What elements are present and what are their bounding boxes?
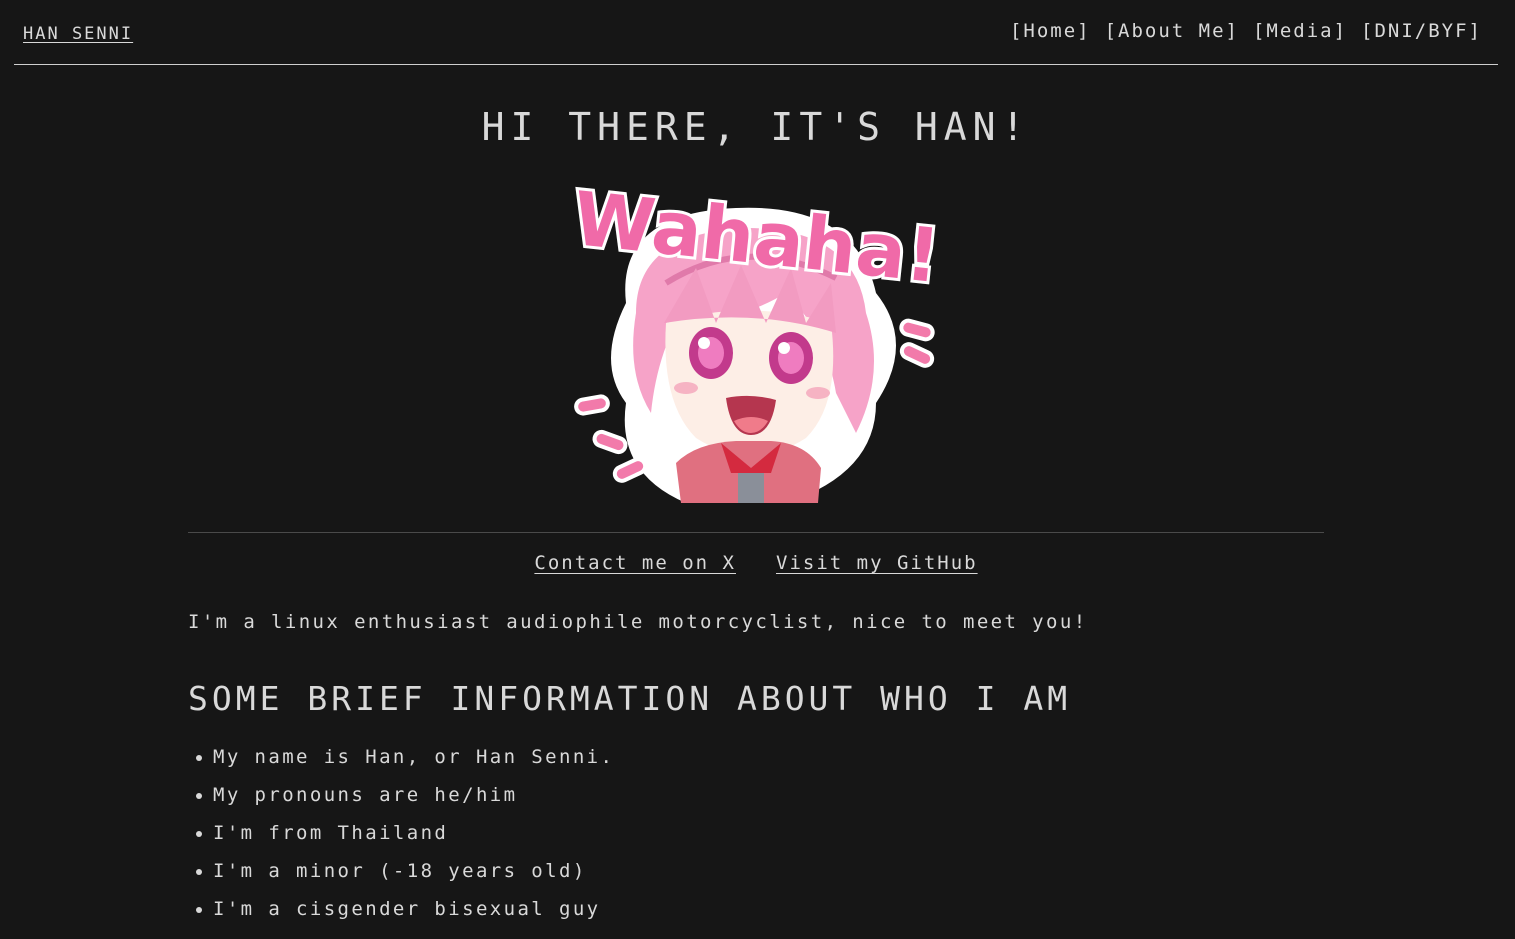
nav-home[interactable]: [Home]	[1010, 20, 1091, 42]
nav-about-me[interactable]: [About Me]	[1105, 20, 1239, 42]
list-item: I'm a minor (-18 years old)	[188, 857, 614, 895]
list-item: I'm a cisgender bisexual guy	[188, 895, 614, 933]
list-item: My name is Han, or Han Senni.	[188, 743, 614, 781]
facts-list: My name is Han, or Han Senni. My pronoun…	[188, 743, 614, 933]
github-link[interactable]: Visit my GitHub	[776, 552, 978, 574]
main-nav: [Home] [About Me] [Media] [DNI/BYF]	[1010, 20, 1482, 42]
nav-media[interactable]: [Media]	[1253, 20, 1347, 42]
page-title: HI THERE, IT'S HAN!	[481, 105, 1031, 149]
wahaha-sticker-image: Wahaha!	[566, 173, 947, 503]
brand-link[interactable]: HAN SENNI	[23, 24, 133, 44]
list-item: My pronouns are he/him	[188, 781, 614, 819]
site-header: HAN SENNI [Home] [About Me] [Media] [DNI…	[14, 0, 1498, 65]
contact-x-link[interactable]: Contact me on X	[534, 552, 736, 574]
nav-dni-byf[interactable]: [DNI/BYF]	[1361, 20, 1482, 42]
intro-text: I'm a linux enthusiast audiophile motorc…	[188, 611, 1088, 633]
contact-links: Contact me on X Visit my GitHub	[188, 552, 1324, 574]
section-divider	[188, 532, 1324, 533]
section-title: SOME BRIEF INFORMATION ABOUT WHO I AM	[188, 679, 1072, 718]
list-item: I'm from Thailand	[188, 819, 614, 857]
